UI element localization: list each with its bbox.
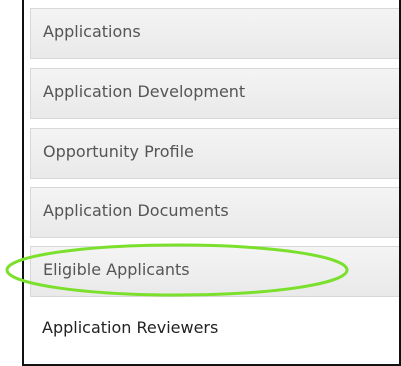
nav-item-label: Opportunity Profile [43, 142, 194, 161]
nav-item-applications[interactable]: Applications [30, 8, 399, 59]
side-navigation-panel: Applications Application Development Opp… [22, 0, 401, 366]
nav-item-label: Application Reviewers [42, 318, 219, 337]
nav-item-eligible-applicants[interactable]: Eligible Applicants [30, 246, 399, 297]
nav-item-label: Application Documents [43, 201, 229, 220]
nav-item-label: Application Development [43, 82, 246, 101]
nav-item-label: Applications [43, 22, 141, 41]
nav-item-label: Eligible Applicants [43, 260, 190, 279]
nav-item-application-documents[interactable]: Application Documents [30, 187, 399, 238]
nav-item-application-development[interactable]: Application Development [30, 68, 399, 119]
nav-item-opportunity-profile[interactable]: Opportunity Profile [30, 128, 399, 179]
nav-item-application-reviewers[interactable]: Application Reviewers [30, 305, 399, 356]
